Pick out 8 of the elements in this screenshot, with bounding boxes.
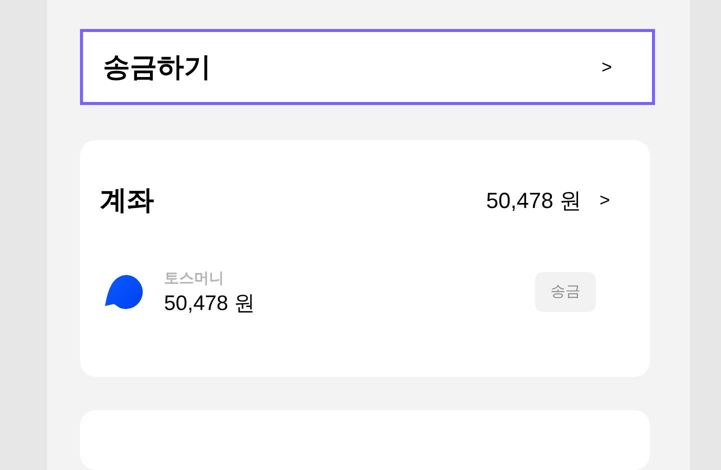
account-name: 토스머니 <box>164 269 225 289</box>
account-balance: 50,478 원 <box>164 290 256 316</box>
transfer-card[interactable]: 송금하기 > <box>80 29 655 105</box>
account-total-link[interactable]: 50,478 원 > <box>486 184 610 216</box>
card-title: 송금하기 <box>103 50 211 84</box>
speech-bubble-logo-icon <box>104 274 144 310</box>
chevron-icon: > <box>601 54 612 80</box>
card-title: 계좌 <box>100 184 154 217</box>
